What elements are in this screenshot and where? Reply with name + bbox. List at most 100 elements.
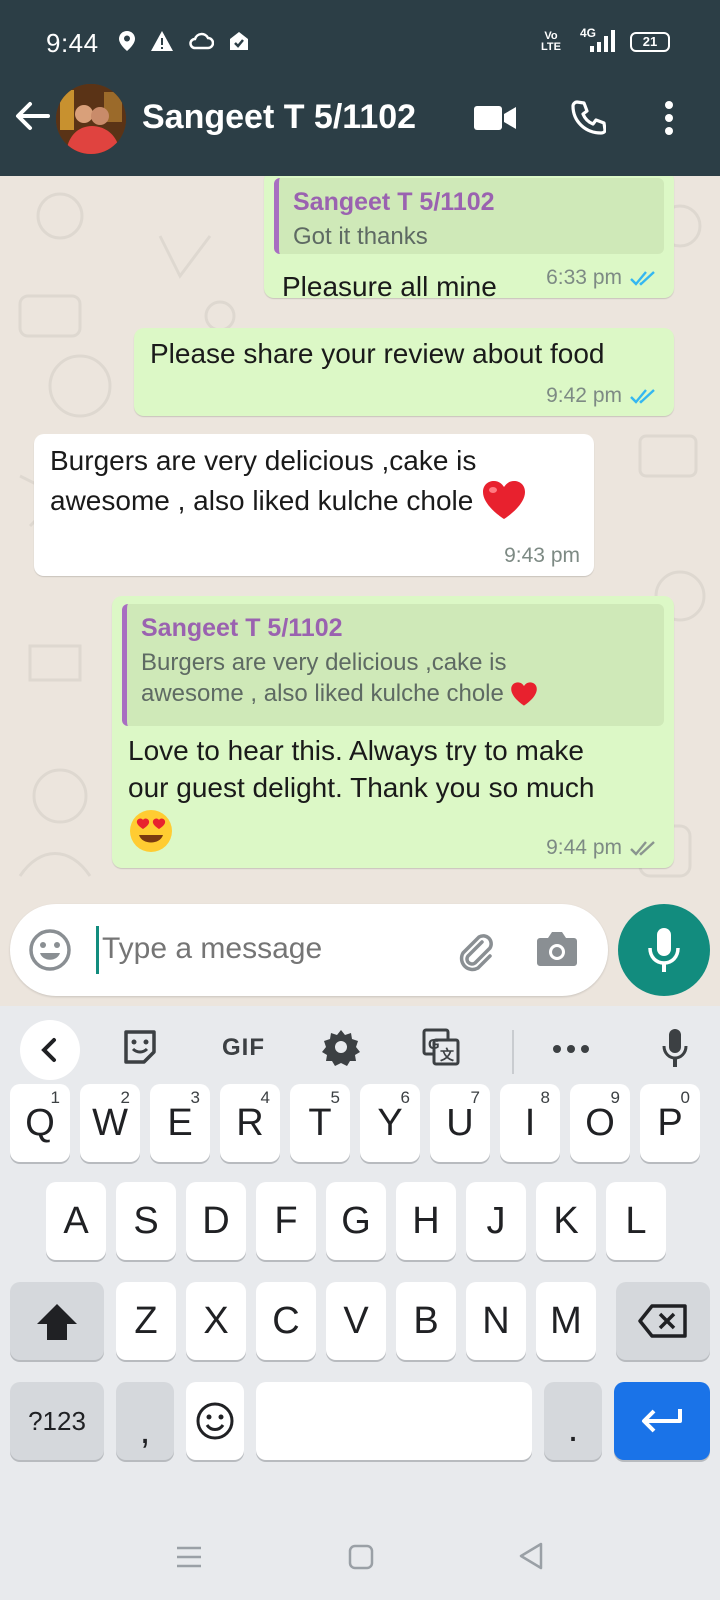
quoted-message[interactable]: Sangeet T 5/1102 Got it thanks [274, 178, 664, 254]
message-text: Please share your review about food [150, 338, 605, 369]
quoted-text-row: awesome , also liked kulche chole [141, 678, 650, 709]
video-call-icon[interactable] [474, 104, 516, 132]
key-b[interactable]: B [396, 1282, 456, 1360]
key-label: A [63, 1200, 89, 1242]
symbols-key[interactable]: ?123 [10, 1382, 104, 1460]
keyboard-back-button[interactable] [20, 1020, 80, 1080]
message-bubble-outgoing[interactable]: Sangeet T 5/1102 Burgers are very delici… [112, 596, 674, 868]
double-tick-delivered-icon [630, 841, 655, 856]
gif-button[interactable]: GIF [222, 1034, 265, 1062]
key-hint: 4 [260, 1088, 270, 1107]
battery-indicator: 21 [630, 32, 670, 52]
volte-indicator: Vo LTE [541, 30, 561, 53]
key-w[interactable]: W2 [80, 1084, 140, 1162]
contact-avatar[interactable] [56, 84, 126, 154]
red-heart-emoji [483, 481, 526, 519]
chat-area[interactable]: Sangeet T 5/1102 Got it thanks Pleasure … [0, 176, 720, 1006]
attach-icon[interactable] [452, 928, 496, 972]
key-label: O [585, 1102, 615, 1144]
key-t[interactable]: T5 [290, 1084, 350, 1162]
message-time: 9:43 pm [504, 544, 580, 567]
key-v[interactable]: V [326, 1282, 386, 1360]
key-y[interactable]: Y6 [360, 1084, 420, 1162]
key-p[interactable]: P0 [640, 1084, 700, 1162]
key-c[interactable]: C [256, 1282, 316, 1360]
chevron-left-icon [41, 1038, 56, 1062]
key-m[interactable]: M [536, 1282, 596, 1360]
more-vert-icon[interactable] [664, 100, 674, 136]
shift-key[interactable] [10, 1282, 104, 1360]
message-composer [10, 904, 608, 996]
back-triangle-icon[interactable] [518, 1542, 544, 1570]
toolbar-divider [512, 1030, 514, 1074]
key-d[interactable]: D [186, 1182, 246, 1260]
quoted-sender-name: Sangeet T 5/1102 [141, 614, 343, 642]
key-label: P [657, 1102, 683, 1144]
message-input[interactable] [102, 932, 432, 966]
period-key-label: . [567, 1408, 579, 1450]
key-hint: 2 [120, 1088, 130, 1107]
key-label: G [341, 1200, 371, 1242]
key-l[interactable]: L [606, 1182, 666, 1260]
message-text: Burgers are very delicious ,cake is awes… [50, 442, 590, 521]
key-z[interactable]: Z [116, 1282, 176, 1360]
key-n[interactable]: N [466, 1282, 526, 1360]
location-icon [119, 31, 135, 51]
key-label: R [236, 1102, 264, 1144]
key-label: Y [377, 1102, 403, 1144]
key-h[interactable]: H [396, 1182, 456, 1260]
key-label: F [274, 1200, 298, 1242]
key-hint: 6 [400, 1088, 410, 1107]
voice-input-icon[interactable] [662, 1028, 688, 1068]
microphone-icon [648, 928, 680, 972]
double-tick-read-icon [630, 389, 655, 404]
key-x[interactable]: X [186, 1282, 246, 1360]
key-label: Q [25, 1102, 55, 1144]
key-s[interactable]: S [116, 1182, 176, 1260]
quoted-sender-name: Sangeet T 5/1102 [293, 188, 495, 216]
back-arrow-icon[interactable] [14, 100, 50, 132]
key-k[interactable]: K [536, 1182, 596, 1260]
message-meta: 6:33 pm [546, 266, 660, 290]
message-meta: 9:44 pm [546, 836, 660, 860]
svg-text:G: G [428, 1036, 440, 1053]
key-e[interactable]: E3 [150, 1084, 210, 1162]
key-u[interactable]: U7 [430, 1084, 490, 1162]
message-meta: 9:43 pm [504, 544, 580, 568]
key-f[interactable]: F [256, 1182, 316, 1260]
voice-call-icon[interactable] [570, 100, 606, 136]
camera-icon[interactable] [536, 930, 578, 968]
key-i[interactable]: I8 [500, 1084, 560, 1162]
backspace-key[interactable] [616, 1282, 710, 1360]
double-tick-read-icon [630, 271, 655, 286]
key-a[interactable]: A [46, 1182, 106, 1260]
system-nav-bar [0, 1516, 720, 1600]
sticker-icon[interactable] [122, 1028, 158, 1066]
key-g[interactable]: G [326, 1182, 386, 1260]
message-bubble-outgoing[interactable]: Sangeet T 5/1102 Got it thanks Pleasure … [264, 176, 674, 302]
message-bubble-incoming[interactable]: Burgers are very delicious ,cake is awes… [34, 434, 594, 576]
key-j[interactable]: J [466, 1182, 526, 1260]
message-bubble-outgoing[interactable]: Please share your review about food 9:42… [134, 328, 674, 416]
home-button-icon[interactable] [348, 1544, 374, 1570]
key-o[interactable]: O9 [570, 1084, 630, 1162]
voice-message-button[interactable] [618, 904, 710, 996]
menu-icon[interactable] [176, 1546, 202, 1568]
quoted-message[interactable]: Sangeet T 5/1102 Burgers are very delici… [122, 604, 664, 726]
enter-key[interactable] [614, 1382, 710, 1460]
message-time: 9:44 pm [546, 836, 622, 859]
key-r[interactable]: R4 [220, 1084, 280, 1162]
space-key[interactable] [256, 1382, 532, 1460]
period-key[interactable]: . [544, 1382, 602, 1460]
message-time: 6:33 pm [546, 266, 622, 289]
translate-icon[interactable]: G文 [422, 1028, 460, 1066]
more-horiz-icon[interactable] [552, 1044, 590, 1054]
emoji-icon[interactable] [28, 928, 72, 972]
settings-icon[interactable] [322, 1028, 360, 1066]
contact-name[interactable]: Sangeet T 5/1102 [142, 98, 416, 137]
message-meta: 9:42 pm [546, 384, 660, 408]
emoji-key[interactable] [186, 1382, 244, 1460]
message-text-line: Love to hear this. Always try to make [128, 735, 584, 766]
comma-key[interactable]: , [116, 1382, 174, 1460]
key-q[interactable]: Q1 [10, 1084, 70, 1162]
